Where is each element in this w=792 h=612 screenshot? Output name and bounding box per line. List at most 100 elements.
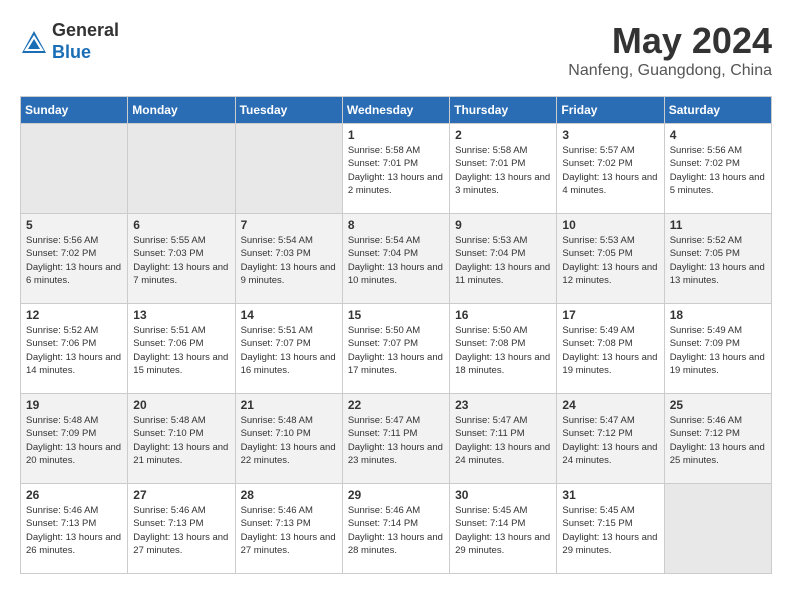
day-header-tuesday: Tuesday xyxy=(235,97,342,124)
cell-daylight: Daylight: 13 hours and 24 minutes. xyxy=(562,442,657,466)
cell-sunset: Sunset: 7:06 PM xyxy=(26,338,96,349)
cell-sunset: Sunset: 7:15 PM xyxy=(562,518,632,529)
day-header-sunday: Sunday xyxy=(21,97,128,124)
day-header-friday: Friday xyxy=(557,97,664,124)
day-number: 7 xyxy=(241,218,337,232)
cell-daylight: Daylight: 13 hours and 16 minutes. xyxy=(241,352,336,376)
calendar-cell xyxy=(235,124,342,214)
calendar-cell: 30Sunrise: 5:45 AMSunset: 7:14 PMDayligh… xyxy=(450,484,557,574)
cell-sunset: Sunset: 7:10 PM xyxy=(241,428,311,439)
day-number: 20 xyxy=(133,398,229,412)
location: Nanfeng, Guangdong, China xyxy=(568,62,772,80)
cell-sunset: Sunset: 7:09 PM xyxy=(26,428,96,439)
day-header-monday: Monday xyxy=(128,97,235,124)
day-number: 25 xyxy=(670,398,766,412)
cell-sunset: Sunset: 7:12 PM xyxy=(670,428,740,439)
day-number: 31 xyxy=(562,488,658,502)
cell-sunset: Sunset: 7:07 PM xyxy=(348,338,418,349)
cell-sunrise: Sunrise: 5:46 AM xyxy=(241,505,313,516)
cell-daylight: Daylight: 13 hours and 20 minutes. xyxy=(26,442,121,466)
cell-daylight: Daylight: 13 hours and 5 minutes. xyxy=(670,172,765,196)
day-number: 4 xyxy=(670,128,766,142)
cell-sunset: Sunset: 7:02 PM xyxy=(562,158,632,169)
cell-sunrise: Sunrise: 5:48 AM xyxy=(133,415,205,426)
cell-sunrise: Sunrise: 5:51 AM xyxy=(241,325,313,336)
cell-sunset: Sunset: 7:12 PM xyxy=(562,428,632,439)
day-number: 3 xyxy=(562,128,658,142)
cell-daylight: Daylight: 13 hours and 2 minutes. xyxy=(348,172,443,196)
calendar-cell: 21Sunrise: 5:48 AMSunset: 7:10 PMDayligh… xyxy=(235,394,342,484)
cell-sunrise: Sunrise: 5:52 AM xyxy=(670,235,742,246)
day-header-wednesday: Wednesday xyxy=(342,97,449,124)
calendar-cell: 9Sunrise: 5:53 AMSunset: 7:04 PMDaylight… xyxy=(450,214,557,304)
calendar-cell: 29Sunrise: 5:46 AMSunset: 7:14 PMDayligh… xyxy=(342,484,449,574)
cell-daylight: Daylight: 13 hours and 25 minutes. xyxy=(670,442,765,466)
calendar-cell: 8Sunrise: 5:54 AMSunset: 7:04 PMDaylight… xyxy=(342,214,449,304)
cell-sunrise: Sunrise: 5:56 AM xyxy=(670,145,742,156)
cell-sunset: Sunset: 7:08 PM xyxy=(562,338,632,349)
calendar-week-1: 1 Sunrise: 5:58 AM Sunset: 7:01 PM Daylight… xyxy=(21,124,772,214)
cell-daylight: Daylight: 13 hours and 7 minutes. xyxy=(133,262,228,286)
month-year: May 2024 xyxy=(568,20,772,62)
cell-sunset: Sunset: 7:06 PM xyxy=(133,338,203,349)
calendar-table: SundayMondayTuesdayWednesdayThursdayFrid… xyxy=(20,96,772,574)
calendar-cell: 12 Sunrise: 5:52 AM Sunset: 7:06 PM Dayligh… xyxy=(21,304,128,394)
cell-sunrise: Sunrise: 5:47 AM xyxy=(348,415,420,426)
cell-sunrise: Sunrise: 5:54 AM xyxy=(241,235,313,246)
day-number: 1 xyxy=(348,128,444,142)
calendar-cell: 28Sunrise: 5:46 AMSunset: 7:13 PMDayligh… xyxy=(235,484,342,574)
cell-sunset: Sunset: 7:04 PM xyxy=(455,248,525,259)
calendar-cell: 13Sunrise: 5:51 AMSunset: 7:06 PMDayligh… xyxy=(128,304,235,394)
cell-sunset: Sunset: 7:05 PM xyxy=(562,248,632,259)
calendar-cell: 23Sunrise: 5:47 AMSunset: 7:11 PMDayligh… xyxy=(450,394,557,484)
cell-sunrise: Sunrise: 5:55 AM xyxy=(133,235,205,246)
cell-daylight: Daylight: 13 hours and 15 minutes. xyxy=(133,352,228,376)
day-number: 14 xyxy=(241,308,337,322)
cell-sunrise: Sunrise: 5:52 AM xyxy=(26,325,98,336)
calendar-cell: 2Sunrise: 5:58 AMSunset: 7:01 PMDaylight… xyxy=(450,124,557,214)
day-number: 22 xyxy=(348,398,444,412)
cell-sunrise: Sunrise: 5:47 AM xyxy=(562,415,634,426)
cell-sunset: Sunset: 7:08 PM xyxy=(455,338,525,349)
logo: General Blue xyxy=(20,20,119,63)
calendar-cell: 14 Sunrise: 5:51 AM Sunset: 7:07 PM Dayligh… xyxy=(235,304,342,394)
calendar-week-3: 12 Sunrise: 5:52 AM Sunset: 7:06 PM Dayligh… xyxy=(21,304,772,394)
cell-sunrise: Sunrise: 5:50 AM xyxy=(348,325,420,336)
cell-daylight: Daylight: 13 hours and 24 minutes. xyxy=(455,442,550,466)
cell-sunrise: Sunrise: 5:56 AM xyxy=(26,235,98,246)
cell-sunset: Sunset: 7:01 PM xyxy=(455,158,525,169)
cell-sunset: Sunset: 7:09 PM xyxy=(670,338,740,349)
day-number: 11 xyxy=(670,218,766,232)
cell-daylight: Daylight: 13 hours and 14 minutes. xyxy=(26,352,121,376)
day-number: 17 xyxy=(562,308,658,322)
cell-sunset: Sunset: 7:11 PM xyxy=(348,428,418,439)
calendar-cell: 27Sunrise: 5:46 AMSunset: 7:13 PMDayligh… xyxy=(128,484,235,574)
calendar-cell: 18Sunrise: 5:49 AMSunset: 7:09 PMDayligh… xyxy=(664,304,771,394)
cell-sunset: Sunset: 7:02 PM xyxy=(670,158,740,169)
cell-sunset: Sunset: 7:10 PM xyxy=(133,428,203,439)
logo-blue-text: Blue xyxy=(52,42,119,64)
calendar-week-4: 19Sunrise: 5:48 AMSunset: 7:09 PMDayligh… xyxy=(21,394,772,484)
cell-sunset: Sunset: 7:14 PM xyxy=(455,518,525,529)
cell-sunset: Sunset: 7:07 PM xyxy=(241,338,311,349)
cell-daylight: Daylight: 13 hours and 22 minutes. xyxy=(241,442,336,466)
day-number: 28 xyxy=(241,488,337,502)
day-number: 21 xyxy=(241,398,337,412)
day-number: 12 xyxy=(26,308,122,322)
calendar-week-2: 5Sunrise: 5:56 AMSunset: 7:02 PMDaylight… xyxy=(21,214,772,304)
cell-daylight: Daylight: 13 hours and 28 minutes. xyxy=(348,532,443,556)
day-number: 5 xyxy=(26,218,122,232)
calendar-cell xyxy=(664,484,771,574)
cell-daylight: Daylight: 13 hours and 10 minutes. xyxy=(348,262,443,286)
cell-daylight: Daylight: 13 hours and 19 minutes. xyxy=(670,352,765,376)
cell-sunrise: Sunrise: 5:46 AM xyxy=(133,505,205,516)
cell-sunset: Sunset: 7:04 PM xyxy=(348,248,418,259)
cell-sunrise: Sunrise: 5:49 AM xyxy=(562,325,634,336)
cell-sunrise: Sunrise: 5:58 AM xyxy=(455,145,527,156)
day-number: 29 xyxy=(348,488,444,502)
calendar-cell: 31Sunrise: 5:45 AMSunset: 7:15 PMDayligh… xyxy=(557,484,664,574)
cell-sunset: Sunset: 7:01 PM xyxy=(348,158,418,169)
cell-daylight: Daylight: 13 hours and 27 minutes. xyxy=(133,532,228,556)
logo-icon xyxy=(20,29,48,57)
day-number: 16 xyxy=(455,308,551,322)
